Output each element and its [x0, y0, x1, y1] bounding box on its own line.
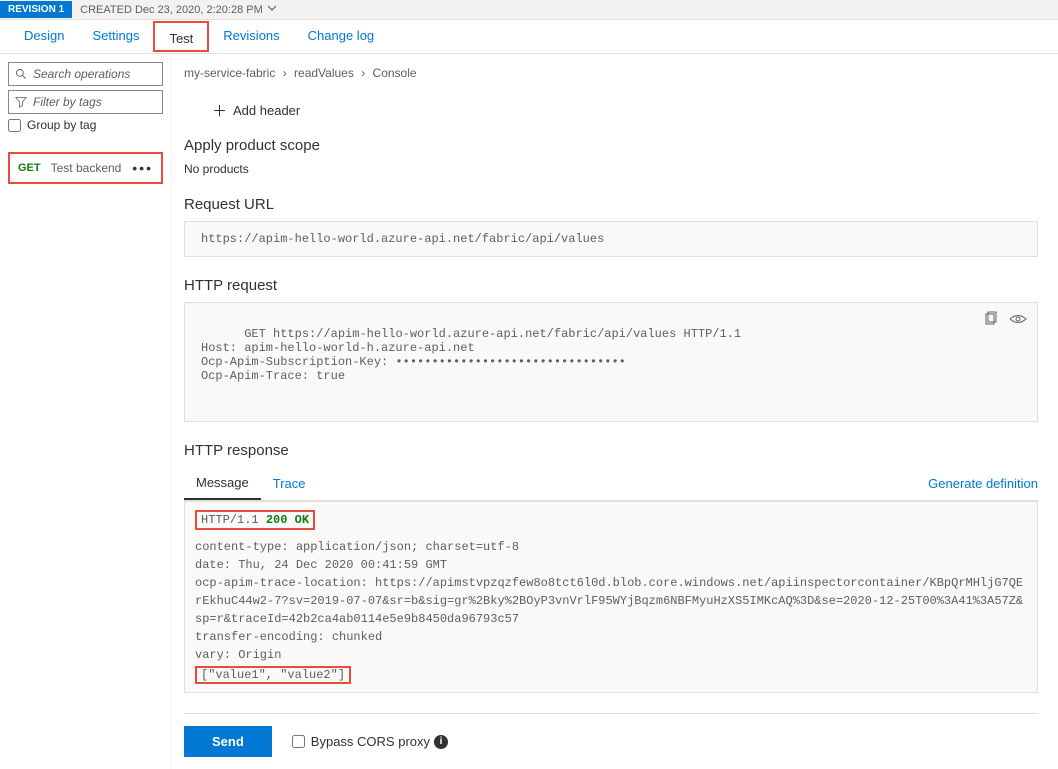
breadcrumb: my-service-fabric › readValues › Console [184, 66, 1038, 80]
response-headers: content-type: application/json; charset=… [195, 538, 1027, 664]
more-icon[interactable]: ••• [132, 160, 153, 176]
section-http-request: HTTP request [184, 277, 1038, 294]
copy-icon[interactable] [983, 311, 999, 327]
plus-icon: ＋ [212, 100, 227, 121]
section-request-url: Request URL [184, 196, 1038, 213]
search-input[interactable]: Search operations [8, 62, 163, 86]
revision-bar: REVISION 1 CREATED Dec 23, 2020, 2:20:28… [0, 0, 1058, 20]
operation-label: Test backend [51, 161, 133, 175]
generate-definition-link[interactable]: Generate definition [928, 468, 1038, 499]
tab-design[interactable]: Design [10, 20, 78, 53]
group-by-tag-checkbox[interactable]: Group by tag [8, 118, 163, 132]
footer: Send Bypass CORS proxy i [184, 713, 1038, 757]
section-product-scope: Apply product scope [184, 137, 1038, 154]
chevron-down-icon[interactable] [267, 3, 277, 16]
page-tabs: Design Settings Test Revisions Change lo… [0, 20, 1058, 54]
operation-row[interactable]: GET Test backend ••• [8, 152, 163, 184]
sidebar: Search operations Filter by tags Group b… [0, 54, 172, 769]
info-icon[interactable]: i [434, 735, 448, 749]
send-button[interactable]: Send [184, 726, 272, 757]
tab-trace[interactable]: Trace [261, 468, 318, 499]
http-response-box: HTTP/1.1 200 OK content-type: applicatio… [184, 501, 1038, 693]
response-body: ["value1", "value2"] [195, 666, 351, 684]
section-http-response: HTTP response [184, 442, 1038, 459]
response-tabs: Message Trace Generate definition [184, 467, 1038, 501]
eye-icon[interactable] [1009, 311, 1027, 327]
no-products-text: No products [184, 162, 1038, 176]
add-header-button[interactable]: ＋ Add header [212, 100, 300, 121]
revision-badge: REVISION 1 [0, 1, 72, 18]
main-panel: my-service-fabric › readValues › Console… [172, 54, 1058, 769]
request-url-box: https://apim-hello-world.azure-api.net/f… [184, 221, 1038, 257]
tab-revisions[interactable]: Revisions [209, 20, 293, 53]
status-line: HTTP/1.1 200 OK [195, 510, 315, 530]
search-icon [15, 68, 27, 80]
bypass-cors-checkbox[interactable]: Bypass CORS proxy i [292, 734, 448, 749]
filter-icon [15, 96, 27, 108]
tab-changelog[interactable]: Change log [294, 20, 389, 53]
http-request-box: GET https://apim-hello-world.azure-api.n… [184, 302, 1038, 422]
tab-message[interactable]: Message [184, 467, 261, 500]
revision-created: CREATED Dec 23, 2020, 2:20:28 PM [80, 4, 263, 16]
filter-input[interactable]: Filter by tags [8, 90, 163, 114]
tab-settings[interactable]: Settings [78, 20, 153, 53]
tab-test[interactable]: Test [155, 23, 207, 54]
http-method: GET [18, 162, 41, 174]
